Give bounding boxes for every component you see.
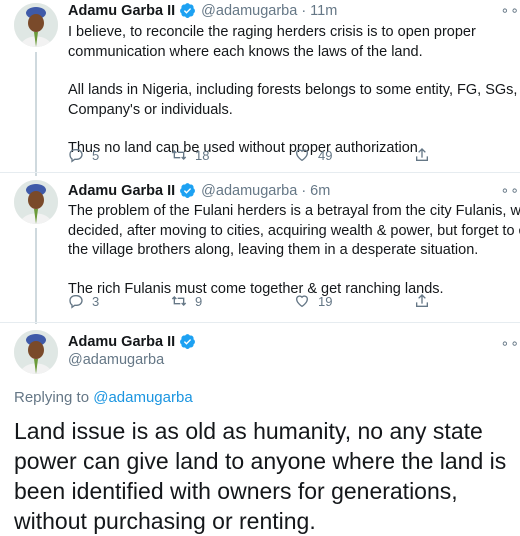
tweet-text: I believe, to reconcile the raging herde… [68, 23, 520, 159]
tweet-header: Adamu Garba II @adamugarba · 11m [68, 2, 337, 19]
reply-button[interactable]: 5 [68, 147, 171, 163]
reply-icon [69, 295, 83, 309]
retweet-icon [171, 150, 187, 160]
like-count: 49 [318, 147, 333, 163]
tweet-actions: 5 18 49 [68, 147, 468, 163]
tweet[interactable]: Adamu Garba II @adamugarba · 11m ∘∘ I be… [0, 0, 520, 172]
tweet[interactable]: Adamu Garba II @adamugarba · 6m ∘∘ The p… [0, 180, 520, 322]
avatar[interactable] [14, 180, 58, 224]
tweet-header: Adamu Garba II @adamugarba · 6m [68, 182, 330, 199]
timestamp[interactable]: 11m [310, 3, 337, 19]
timestamp[interactable]: 6m [310, 183, 330, 199]
like-button[interactable]: 19 [294, 293, 414, 309]
tweet-text: The problem of the Fulani herders is a b… [68, 202, 520, 299]
verified-icon [180, 183, 196, 198]
divider [0, 172, 520, 173]
like-count: 19 [318, 293, 333, 309]
author-handle[interactable]: @adamugarba [201, 3, 297, 19]
author-name[interactable]: Adamu Garba II [68, 3, 175, 19]
retweet-count: 18 [195, 147, 210, 163]
tweet-line: Company's or individuals. [68, 101, 233, 118]
verified-icon [180, 334, 196, 349]
main-tweet-text: Land issue is as old as humanity, no any… [14, 418, 507, 534]
author-handle[interactable]: @adamugarba [201, 183, 297, 199]
more-icon[interactable]: ∘∘ [500, 2, 520, 19]
reply-icon [69, 149, 83, 163]
author-name[interactable]: Adamu Garba II [68, 183, 175, 199]
reply-count: 3 [92, 293, 100, 309]
heart-icon [295, 149, 309, 162]
divider [0, 322, 520, 323]
retweet-count: 9 [195, 293, 203, 309]
author-name[interactable]: Adamu Garba II [68, 334, 175, 350]
tweet-line: I believe, to reconcile the raging herde… [68, 24, 476, 40]
tweet-line: the village brothers along, leaving them… [68, 242, 479, 258]
verified-icon [180, 3, 196, 18]
main-tweet-header: Adamu Garba II [68, 333, 196, 350]
replying-to-label: Replying to [14, 389, 90, 406]
tweet-actions: 3 9 19 [68, 293, 468, 309]
tweet-line: decided, after moving to cities, acquiri… [68, 222, 520, 239]
more-icon[interactable]: ∘∘ [500, 335, 520, 352]
share-button[interactable] [414, 293, 438, 309]
tweet-line: All lands in Nigeria, including forests … [68, 82, 520, 98]
share-icon [416, 294, 428, 307]
replying-to: Replying to @adamugarba [14, 389, 193, 406]
author-handle[interactable]: @adamugarba [68, 352, 164, 368]
replying-to-link[interactable]: @adamugarba [93, 389, 192, 406]
tweet-line: The problem of the Fulani herders is a b… [68, 203, 520, 219]
separator-dot: · [301, 2, 307, 19]
separator-dot: · [301, 182, 307, 199]
reply-button[interactable]: 3 [68, 293, 171, 309]
tweet-line: communication where each knows the laws … [68, 43, 423, 60]
avatar[interactable] [14, 3, 58, 47]
more-icon[interactable]: ∘∘ [500, 182, 520, 199]
retweet-icon [171, 296, 187, 306]
heart-icon [295, 295, 309, 308]
share-icon [416, 148, 428, 161]
retweet-button[interactable]: 18 [171, 147, 294, 163]
retweet-button[interactable]: 9 [171, 293, 294, 309]
avatar[interactable] [14, 330, 58, 374]
share-button[interactable] [414, 147, 438, 163]
like-button[interactable]: 49 [294, 147, 414, 163]
reply-count: 5 [92, 147, 100, 163]
